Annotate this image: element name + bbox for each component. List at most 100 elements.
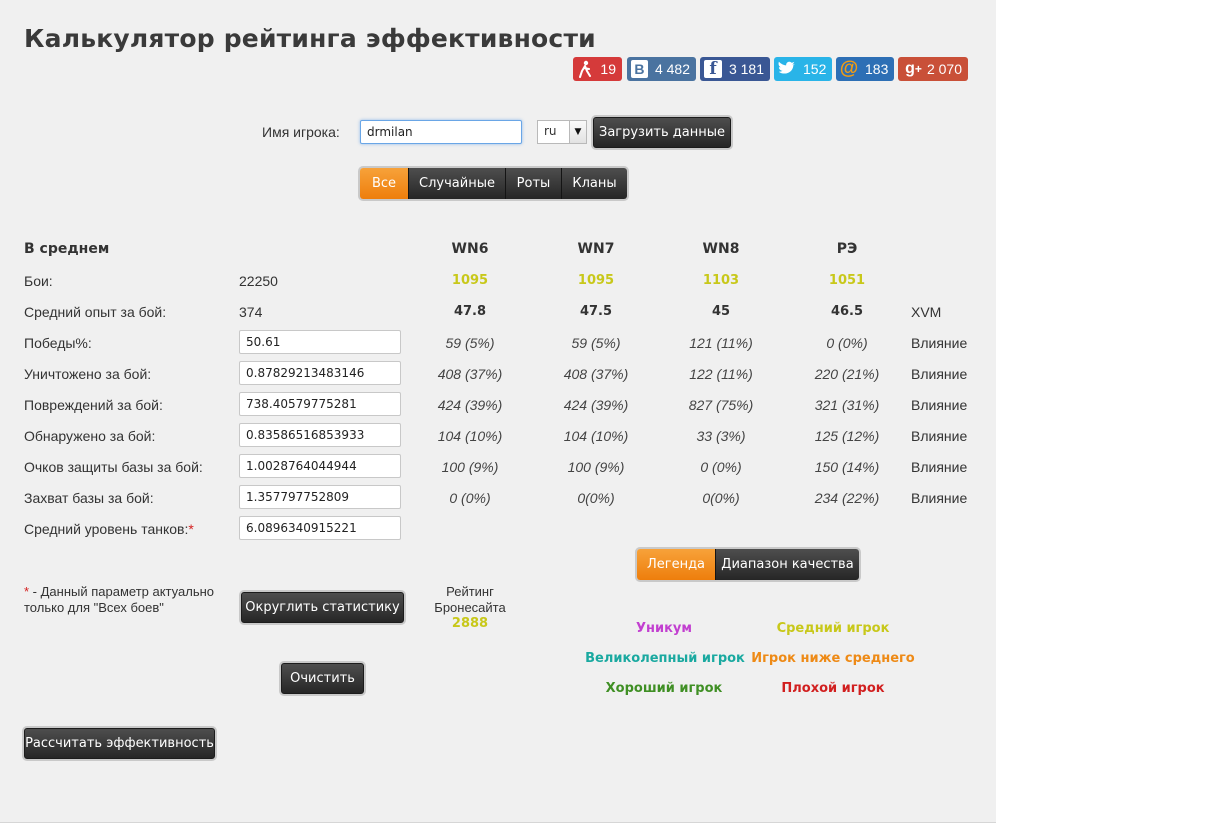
vk-icon: В [631,60,648,78]
tank-level-label: Средний уровень танков:* [24,521,194,537]
xvm-wn7: 47.5 [579,304,613,319]
cell-re: 125 (12%) [814,428,880,444]
cell-wn8: 0(0%) [702,490,740,506]
cell-re: 234 (22%) [814,490,880,506]
calculator-panel: Калькулятор рейтинга эффективности 19 В … [0,0,996,823]
damage-input[interactable] [239,392,401,416]
player-name-input[interactable] [360,120,522,144]
share-twitter-button[interactable]: 152 [774,57,832,81]
avg-xp-label: Средний опыт за бой: [24,304,167,320]
wins-input[interactable] [239,330,401,354]
column-header-wn6: WN6 [451,241,489,257]
armor-rating-label-2: Бронесайта [434,600,506,615]
battles-value: 22250 [239,273,278,289]
cell-wn7: 104 (10%) [563,428,629,444]
cell-wn6: 0 (0%) [449,490,491,506]
footnote: * - Данный параметр актуально только для… [24,584,224,616]
rating-wn6: 1095 [451,273,489,288]
avg-xp-value: 374 [239,304,263,320]
cell-wn7: 408 (37%) [563,366,629,382]
column-header-wn8: WN8 [702,241,740,257]
cell-wn7: 59 (5%) [571,335,621,351]
cell-wn8: 122 (11%) [689,366,753,382]
round-stats-button[interactable]: Округлить статистику [241,592,404,623]
xvm-wn8: 45 [711,304,731,319]
clear-button[interactable]: Очистить [281,663,364,694]
cell-wn7: 424 (39%) [563,397,629,413]
section-label: В среднем [24,241,110,257]
legend-below-average: Игрок ниже среднего [751,651,915,666]
cell-wn6: 104 (10%) [437,428,503,444]
tank-level-input[interactable] [239,516,401,540]
share-mailru-button[interactable]: @ 183 [836,57,894,81]
influence-label: Влияние [911,397,968,413]
defense-input[interactable] [239,454,401,478]
share-count: 183 [865,61,889,77]
row-label: Победы%: [24,335,92,351]
rating-re: 1051 [828,273,866,288]
row-label: Повреждений за бой: [24,397,163,413]
share-vk-button[interactable]: В 4 482 [627,57,696,81]
cell-wn8: 0 (0%) [700,459,742,475]
xvm-re: 46.5 [830,304,864,319]
gplus-icon: g + [905,60,922,77]
share-facebook-button[interactable]: f 3 181 [700,57,770,81]
xvm-wn6: 47.8 [453,304,487,319]
twitter-icon [778,60,796,78]
share-googleplus-button[interactable]: g + 2 070 [898,57,968,81]
influence-label: Влияние [911,459,968,475]
row-label: Уничтожено за бой: [24,366,152,382]
influence-label: Влияние [911,335,968,351]
share-surfingbird-button[interactable]: 19 [573,57,622,81]
cell-re: 0 (0%) [826,335,868,351]
footnote-text: - Данный параметр актуально только для "… [24,584,215,615]
cell-wn8: 33 (3%) [696,428,746,444]
tab-companies[interactable]: Роты [506,168,562,199]
legend-unicum: Уникум [635,621,693,636]
load-data-button[interactable]: Загрузить данные [593,117,731,148]
share-count: 2 070 [926,61,962,77]
share-count: 3 181 [728,61,764,77]
legend-good: Хороший игрок [605,681,723,696]
required-star: * [188,521,194,537]
tab-legend[interactable]: Легенда [637,549,716,580]
legend-bad: Плохой игрок [781,681,885,696]
spotted-input[interactable] [239,423,401,447]
tab-all[interactable]: Все [360,168,409,199]
server-select-value: ru [544,124,557,138]
tab-random[interactable]: Случайные [409,168,506,199]
row-label: Очков защиты базы за бой: [24,459,203,475]
share-count: 19 [600,61,616,77]
row-label: Захват базы за бой: [24,490,154,506]
row-label: Обнаружено за бой: [24,428,156,444]
page-title: Калькулятор рейтинга эффективности [24,24,596,53]
tank-level-label-text: Средний уровень танков: [24,521,189,537]
capture-input[interactable] [239,485,401,509]
column-header-re: РЭ [836,241,858,257]
tab-quality-range[interactable]: Диапазон качества [716,549,859,580]
legend-great: Великолепный игрок [585,651,745,666]
influence-label: Влияние [911,366,968,382]
battles-label: Бои: [24,273,53,289]
share-count: 4 482 [654,61,690,77]
cell-wn7: 100 (9%) [567,459,625,475]
frags-input[interactable] [239,361,401,385]
cell-re: 150 (14%) [814,459,880,475]
server-select[interactable]: ru ▼ [537,120,587,144]
filter-tabs: Все Случайные Роты Кланы [360,168,627,199]
cell-wn6: 424 (39%) [437,397,503,413]
rating-wn8: 1103 [702,273,740,288]
legend-average: Средний игрок [776,621,890,636]
cell-wn7: 0(0%) [577,490,615,506]
influence-label: Влияние [911,428,968,444]
column-header-wn7: WN7 [577,241,615,257]
walker-icon [577,60,593,78]
armor-rating-value: 2888 [451,616,489,631]
influence-label: Влияние [911,490,968,506]
chevron-down-icon: ▼ [569,121,586,143]
cell-wn8: 827 (75%) [688,397,754,413]
tab-clans[interactable]: Кланы [562,168,627,199]
calculate-button[interactable]: Рассчитать эффективность [24,728,215,759]
at-icon: @ [839,58,859,79]
facebook-icon: f [704,59,722,79]
